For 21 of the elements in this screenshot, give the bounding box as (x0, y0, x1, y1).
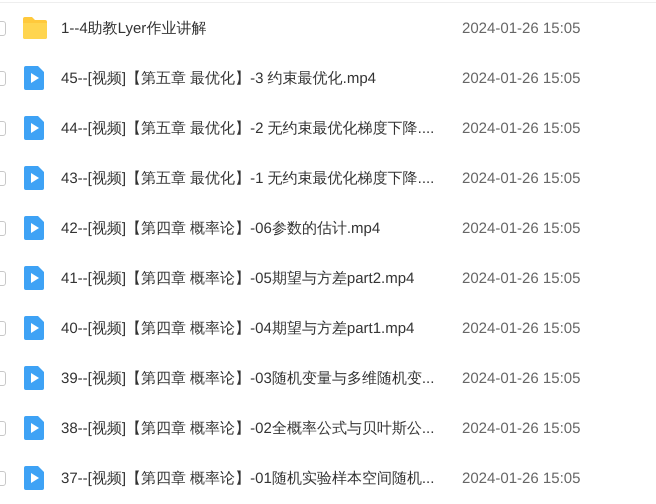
file-name[interactable]: 40--[视频]【第四章 概率论】-04期望与方差part1.mp4 (61, 318, 462, 338)
modified-date: 2024-01-26 15:05 (462, 320, 580, 336)
file-name[interactable]: 37--[视频]【第四章 概率论】-01随机实验样本空间随机... (61, 468, 462, 488)
file-name[interactable]: 38--[视频]【第四章 概率论】-02全概率公式与贝叶斯公... (61, 418, 462, 438)
file-name[interactable]: 39--[视频]【第四章 概率论】-03随机变量与多维随机变... (61, 368, 462, 388)
file-name[interactable]: 45--[视频]【第五章 最优化】-3 约束最优化.mp4 (61, 68, 462, 88)
modified-date: 2024-01-26 15:05 (462, 170, 580, 186)
modified-date: 2024-01-26 15:05 (462, 470, 580, 486)
modified-date: 2024-01-26 15:05 (462, 70, 580, 86)
folder-icon (22, 16, 48, 40)
modified-date: 2024-01-26 15:05 (462, 120, 580, 136)
file-name[interactable]: 44--[视频]【第五章 最优化】-2 无约束最优化梯度下降.... (61, 118, 462, 138)
modified-date: 2024-01-26 15:05 (462, 270, 580, 286)
modified-date: 2024-01-26 15:05 (462, 370, 580, 386)
modified-date: 2024-01-26 15:05 (462, 20, 580, 36)
file-name[interactable]: 41--[视频]【第四章 概率论】-05期望与方差part2.mp4 (61, 268, 462, 288)
modified-date: 2024-01-26 15:05 (462, 220, 580, 236)
file-name[interactable]: 43--[视频]【第五章 最优化】-1 无约束最优化梯度下降.... (61, 168, 462, 188)
file-name[interactable]: 1--4助教Lyer作业讲解 (61, 18, 462, 38)
modified-date: 2024-01-26 15:05 (462, 420, 580, 436)
file-name[interactable]: 42--[视频]【第四章 概率论】-06参数的估计.mp4 (61, 218, 462, 238)
